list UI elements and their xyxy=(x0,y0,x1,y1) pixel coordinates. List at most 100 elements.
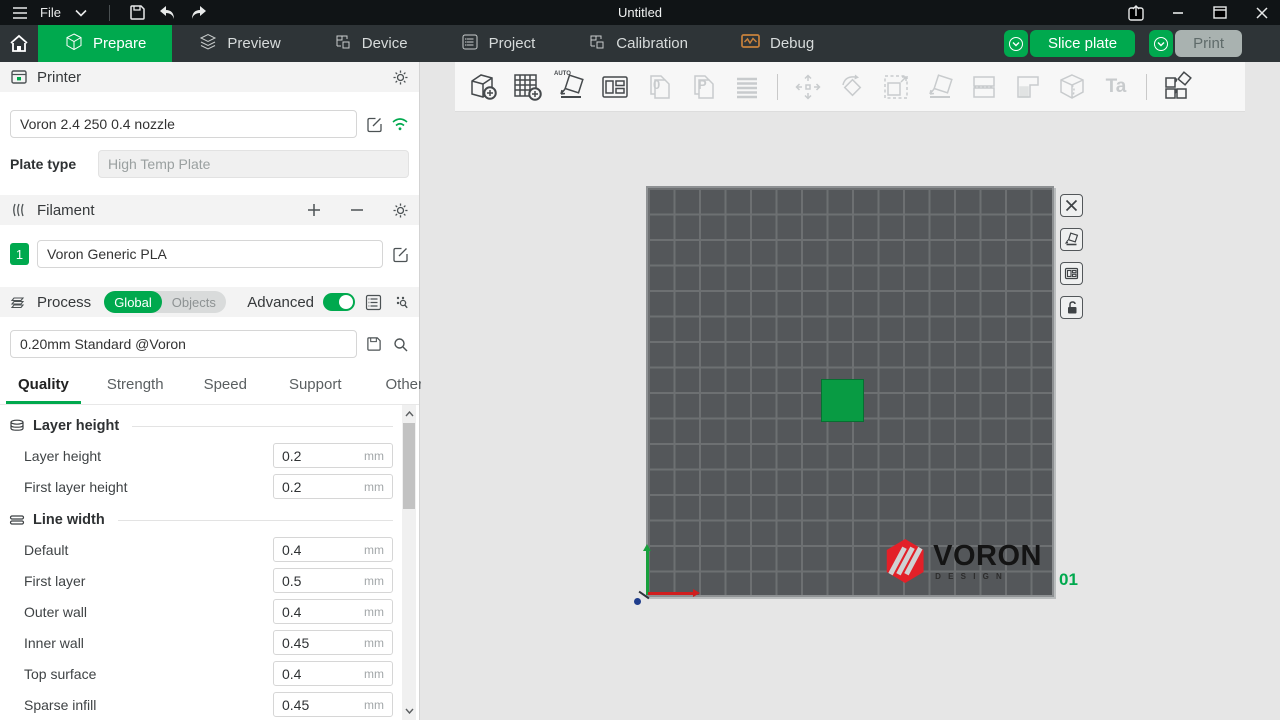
voron-hexagon-logo xyxy=(885,539,925,583)
split-doc-p-icon: P xyxy=(681,67,725,107)
tab-preview[interactable]: Preview xyxy=(172,25,306,62)
chevron-down-icon[interactable] xyxy=(71,3,91,23)
printer-preset-select[interactable]: Voron 2.4 250 0.4 nozzle xyxy=(10,110,357,138)
model-cube[interactable] xyxy=(821,379,864,422)
line-width-default-input[interactable]: 0.4 mm xyxy=(273,537,393,562)
redo-icon[interactable] xyxy=(188,3,208,23)
maximize-button[interactable] xyxy=(1210,3,1230,23)
auto-orient-plate-icon[interactable] xyxy=(1060,228,1083,251)
arrange-icon[interactable] xyxy=(593,67,637,107)
process-preset-select[interactable]: 0.20mm Standard @Voron xyxy=(10,330,357,358)
layer-height-section-header: Layer height xyxy=(8,417,393,435)
scope-objects-option[interactable]: Objects xyxy=(162,291,226,313)
main-navbar: Prepare Preview Device Project Calibrati… xyxy=(0,25,1280,62)
viewport-3d[interactable]: AUTO 0 P xyxy=(421,62,1280,720)
layer-height-label: Layer height xyxy=(24,448,273,464)
search-settings-icon[interactable] xyxy=(391,335,409,353)
split-doc-zero-icon: 0 xyxy=(637,67,681,107)
delete-plate-icon[interactable] xyxy=(1060,194,1083,217)
undo-icon[interactable] xyxy=(158,3,178,23)
assembly-view-icon[interactable] xyxy=(1155,67,1199,107)
scroll-up-icon[interactable] xyxy=(402,407,416,421)
plate-number-label[interactable]: 01 xyxy=(1059,570,1078,590)
print-button[interactable]: Print xyxy=(1175,30,1242,57)
parameter-table-icon[interactable] xyxy=(364,293,382,311)
tab-calibration[interactable]: Calibration xyxy=(561,25,714,62)
tab-device[interactable]: Device xyxy=(307,25,434,62)
plate-type-select[interactable]: High Temp Plate xyxy=(98,150,409,178)
top-surface-input[interactable]: 0.4 mm xyxy=(273,661,393,686)
parameter-search-icon[interactable] xyxy=(391,293,409,311)
scope-global-option[interactable]: Global xyxy=(104,291,162,313)
advanced-toggle[interactable] xyxy=(323,293,355,311)
tab-debug[interactable]: Debug xyxy=(714,25,840,62)
add-model-icon[interactable] xyxy=(461,67,505,107)
voron-logo-subtitle: DESIGN xyxy=(935,573,1042,581)
line-width-section-title: Line width xyxy=(33,512,105,528)
layer-height-unit: mm xyxy=(364,449,384,463)
filament-preset-value: Voron Generic PLA xyxy=(47,246,167,262)
advanced-label: Advanced xyxy=(247,294,314,311)
line-width-icon xyxy=(8,511,26,529)
file-menu[interactable]: File xyxy=(40,5,61,20)
device-monitor-icon xyxy=(333,32,353,56)
plate-type-value: High Temp Plate xyxy=(108,156,210,172)
printer-icon xyxy=(10,68,28,86)
process-layers-icon xyxy=(10,293,28,311)
save-preset-icon[interactable] xyxy=(365,335,383,353)
line-width-first-layer-input[interactable]: 0.5 mm xyxy=(273,568,393,593)
process-scope-toggle: Global Objects xyxy=(104,291,226,313)
print-dropdown[interactable] xyxy=(1149,30,1173,57)
slice-plate-button[interactable]: Slice plate xyxy=(1030,30,1135,57)
line-width-first-layer-label: First layer xyxy=(24,573,273,589)
add-plate-icon[interactable] xyxy=(505,67,549,107)
setting-row: Top surface 0.4 mm xyxy=(24,661,393,686)
settings-scrollbar[interactable] xyxy=(402,405,416,720)
scroll-down-icon[interactable] xyxy=(402,704,416,718)
tab-project-label: Project xyxy=(489,35,536,52)
share-upload-icon[interactable] xyxy=(1126,3,1146,23)
build-plate[interactable]: VORON DESIGN xyxy=(646,186,1054,597)
tab-support[interactable]: Support xyxy=(277,370,354,404)
tab-strength[interactable]: Strength xyxy=(95,370,176,404)
auto-orient-icon[interactable]: AUTO xyxy=(549,67,593,107)
lock-plate-icon[interactable] xyxy=(1060,296,1083,319)
edit-printer-icon[interactable] xyxy=(365,115,383,133)
inner-wall-input[interactable]: 0.45 mm xyxy=(273,630,393,655)
outer-wall-input[interactable]: 0.4 mm xyxy=(273,599,393,624)
arrange-plate-icon[interactable] xyxy=(1060,262,1083,285)
sparse-infill-input[interactable]: 0.45 mm xyxy=(273,692,393,717)
titlebar: File Untitled xyxy=(0,0,1280,25)
save-icon[interactable] xyxy=(128,3,148,23)
scrollbar-thumb[interactable] xyxy=(403,423,415,509)
tab-prepare[interactable]: Prepare xyxy=(38,25,172,62)
split-to-objects-icon xyxy=(962,67,1006,107)
tab-project[interactable]: Project xyxy=(434,25,562,62)
setting-row: Default 0.4 mm xyxy=(24,537,393,562)
wifi-connection-icon[interactable] xyxy=(391,115,409,133)
sparse-infill-label: Sparse infill xyxy=(24,697,273,713)
variable-layer-height-icon xyxy=(725,67,769,107)
edit-filament-icon[interactable] xyxy=(391,245,409,263)
slice-plate-dropdown[interactable] xyxy=(1004,30,1028,57)
layer-height-input[interactable]: 0.2 mm xyxy=(273,443,393,468)
tab-quality[interactable]: Quality xyxy=(6,370,81,404)
close-button[interactable] xyxy=(1252,3,1272,23)
x-axis xyxy=(648,592,693,595)
line-width-first-layer-value: 0.5 xyxy=(282,573,364,589)
printer-settings-gear-icon[interactable] xyxy=(391,68,409,86)
lay-on-face-icon xyxy=(918,67,962,107)
settings-scroll-area: Layer height Layer height 0.2 mm First l… xyxy=(0,405,419,720)
home-button[interactable] xyxy=(0,25,38,62)
setting-row: Inner wall 0.45 mm xyxy=(24,630,393,655)
process-preset-value: 0.20mm Standard @Voron xyxy=(20,336,186,352)
filament-settings-gear-icon[interactable] xyxy=(391,201,409,219)
tab-speed[interactable]: Speed xyxy=(192,370,259,404)
preview-layers-icon xyxy=(198,32,218,56)
first-layer-height-input[interactable]: 0.2 mm xyxy=(273,474,393,499)
hamburger-menu-icon[interactable] xyxy=(10,3,30,23)
filament-preset-select[interactable]: Voron Generic PLA xyxy=(37,240,383,268)
remove-filament-icon[interactable] xyxy=(348,201,366,219)
minimize-button[interactable] xyxy=(1168,3,1188,23)
add-filament-icon[interactable] xyxy=(305,201,323,219)
